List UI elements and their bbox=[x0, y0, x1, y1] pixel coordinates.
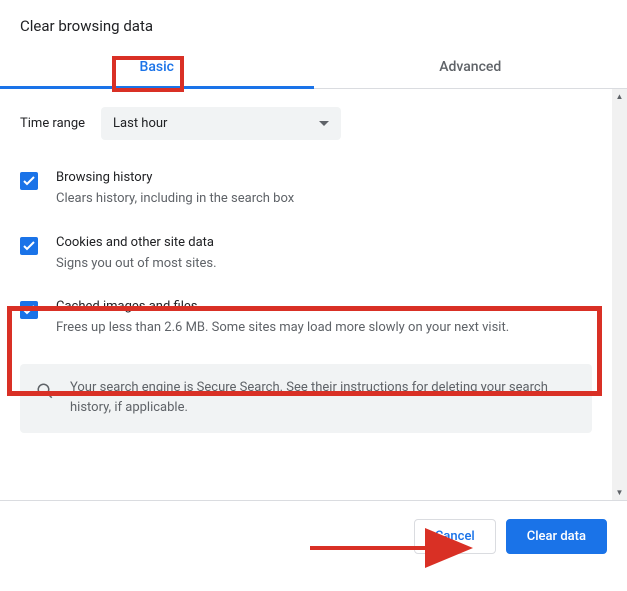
checkbox-text-browsing: Browsing history Clears history, includi… bbox=[56, 170, 294, 209]
browsing-history-label: Browsing history bbox=[56, 170, 294, 185]
check-icon bbox=[23, 305, 35, 315]
cancel-button[interactable]: Cancel bbox=[414, 519, 496, 554]
clear-data-button-label: Clear data bbox=[527, 529, 586, 544]
checkbox-cached[interactable] bbox=[20, 301, 38, 319]
search-engine-notice: Your search engine is Secure Search. See… bbox=[20, 364, 592, 434]
cached-desc: Frees up less than 2.6 MB. Some sites ma… bbox=[56, 318, 509, 338]
checkbox-row-browsing-history[interactable]: Browsing history Clears history, includi… bbox=[20, 170, 592, 209]
checkbox-row-cookies[interactable]: Cookies and other site data Signs you ou… bbox=[20, 235, 592, 274]
time-range-select[interactable]: Last hour bbox=[101, 107, 341, 140]
scrollbar[interactable]: ▲ ▼ bbox=[612, 89, 627, 500]
checkbox-row-cached[interactable]: Cached images and files Frees up less th… bbox=[20, 299, 592, 338]
dialog-title: Clear browsing data bbox=[0, 0, 627, 45]
scroll-up-icon[interactable]: ▲ bbox=[612, 89, 627, 104]
chevron-down-icon bbox=[319, 121, 329, 126]
browsing-history-desc: Clears history, including in the search … bbox=[56, 189, 294, 209]
check-icon bbox=[23, 241, 35, 251]
cookies-label: Cookies and other site data bbox=[56, 235, 217, 250]
search-icon bbox=[36, 382, 54, 404]
tab-advanced[interactable]: Advanced bbox=[314, 45, 627, 88]
checkbox-text-cookies: Cookies and other site data Signs you ou… bbox=[56, 235, 217, 274]
content-area: Time range Last hour Browsing history Cl… bbox=[0, 89, 612, 433]
notice-text: Your search engine is Secure Search. See… bbox=[70, 378, 576, 420]
checkbox-cookies[interactable] bbox=[20, 237, 38, 255]
clear-data-button[interactable]: Clear data bbox=[506, 519, 607, 554]
cancel-button-label: Cancel bbox=[435, 529, 475, 544]
time-range-value: Last hour bbox=[113, 116, 167, 131]
scroll-container: Time range Last hour Browsing history Cl… bbox=[0, 89, 627, 501]
time-range-label: Time range bbox=[20, 116, 85, 131]
checkbox-text-cached: Cached images and files Frees up less th… bbox=[56, 299, 509, 338]
dialog-footer: Cancel Clear data bbox=[0, 501, 627, 554]
checkbox-browsing-history[interactable] bbox=[20, 172, 38, 190]
time-range-row: Time range Last hour bbox=[20, 107, 592, 140]
tab-basic-label: Basic bbox=[140, 59, 174, 75]
cookies-desc: Signs you out of most sites. bbox=[56, 254, 217, 274]
cached-label: Cached images and files bbox=[56, 299, 509, 314]
tab-bar: Basic Advanced bbox=[0, 45, 627, 89]
check-icon bbox=[23, 176, 35, 186]
tab-basic[interactable]: Basic bbox=[0, 45, 314, 88]
tab-advanced-label: Advanced bbox=[439, 59, 501, 75]
scroll-down-icon[interactable]: ▼ bbox=[612, 485, 627, 500]
